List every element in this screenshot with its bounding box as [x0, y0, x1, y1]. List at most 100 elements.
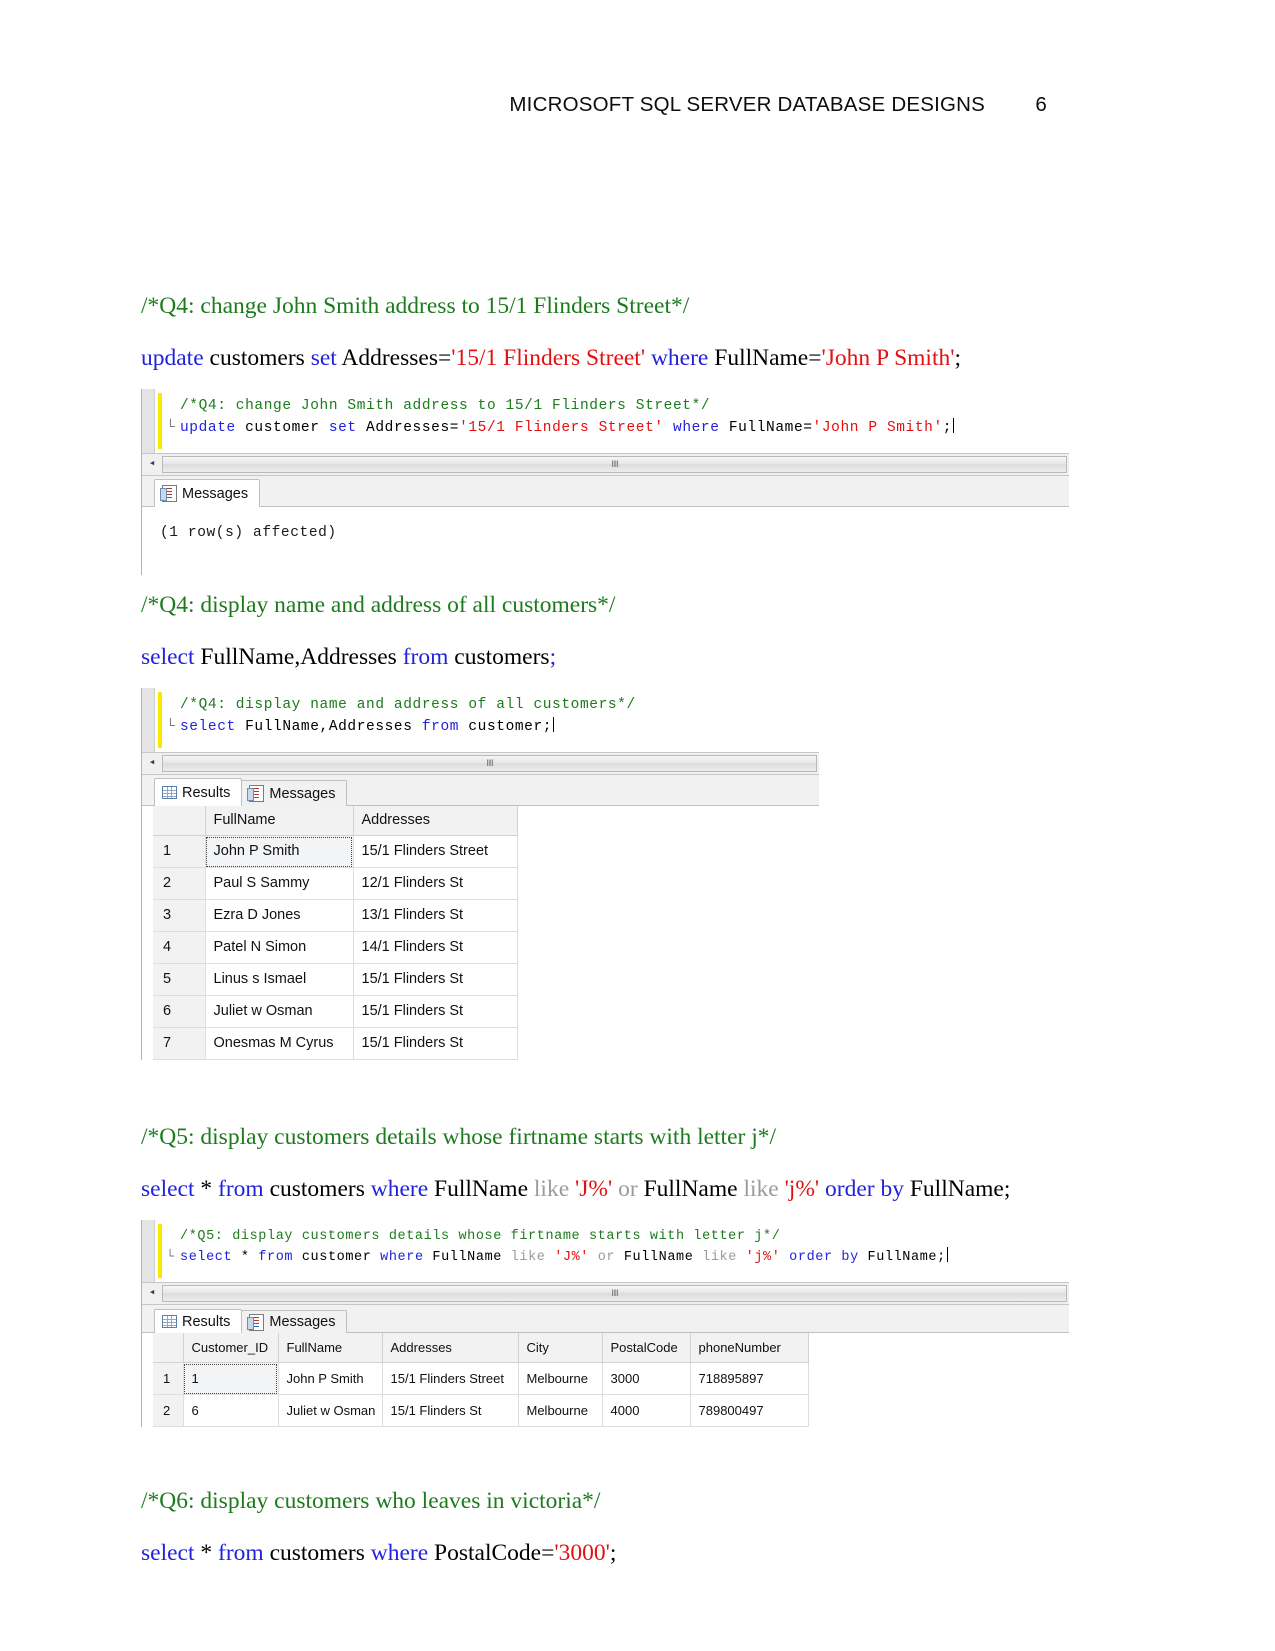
tab-messages[interactable]: Messages — [241, 1310, 348, 1333]
cell-fullname[interactable]: John P Smith — [204, 835, 354, 868]
cell-rownum: 2 — [153, 1394, 184, 1427]
doc-statement-q6: select * from customers where PostalCode… — [141, 1539, 617, 1566]
cell-customer-id[interactable]: 6 — [182, 1394, 279, 1427]
results-grid[interactable]: Customer_ID FullName Addresses City Post… — [153, 1333, 809, 1427]
table-row[interactable]: 7 Onesmas M Cyrus 15/1 Flinders St — [153, 1027, 518, 1060]
cell-postalcode[interactable]: 3000 — [601, 1362, 691, 1395]
cell-phonenumber[interactable]: 718895897 — [689, 1362, 809, 1395]
doc-comment-q4-select: /*Q4: display name and address of all cu… — [141, 592, 616, 618]
col-header-phonenumber: phoneNumber — [689, 1333, 809, 1363]
col-header-rownum — [153, 1333, 184, 1363]
table-header-row: Customer_ID FullName Addresses City Post… — [153, 1333, 809, 1363]
cell-addresses[interactable]: 14/1 Flinders St — [352, 931, 518, 964]
cell-rownum: 1 — [153, 835, 206, 868]
doc-comment-q6: /*Q6: display customers who leaves in vi… — [141, 1488, 601, 1514]
col-header-city: City — [517, 1333, 603, 1363]
cell-fullname[interactable]: Patel N Simon — [204, 931, 354, 964]
results-grid-icon — [162, 1315, 177, 1328]
cell-addresses[interactable]: 15/1 Flinders Street — [381, 1362, 519, 1395]
table-row[interactable]: 3 Ezra D Jones 13/1 Flinders St — [153, 899, 518, 932]
cell-addresses[interactable]: 13/1 Flinders St — [352, 899, 518, 932]
text-caret — [946, 1247, 948, 1262]
editor-comment-line: /*Q4: display name and address of all cu… — [180, 697, 636, 713]
query-editor[interactable]: /*Q5: display customers details whose fi… — [142, 1220, 1069, 1282]
tab-label: Messages — [269, 785, 336, 802]
col-header-customer-id: Customer_ID — [182, 1333, 279, 1363]
results-grid-icon — [162, 786, 177, 799]
scrollbar-thumb[interactable] — [162, 456, 1067, 473]
query-editor[interactable]: /*Q4: change John Smith address to 15/1 … — [142, 389, 1069, 453]
cell-addresses[interactable]: 12/1 Flinders St — [352, 867, 518, 900]
results-grid-wrap: Customer_ID FullName Addresses City Post… — [142, 1333, 1069, 1427]
results-grid[interactable]: FullName Addresses 1 John P Smith 15/1 F… — [153, 806, 518, 1060]
ssms-screenshot-q4-select: /*Q4: display name and address of all cu… — [141, 688, 819, 1060]
document-content: /*Q4: change John Smith address to 15/1 … — [141, 293, 1141, 1566]
table-row[interactable]: 5 Linus s Ismael 15/1 Flinders St — [153, 963, 518, 996]
table-row[interactable]: 2 Paul S Sammy 12/1 Flinders St — [153, 867, 518, 900]
editor-comment-line: /*Q5: display customers details whose fi… — [180, 1229, 781, 1244]
messages-output: (1 row(s) affected) — [142, 507, 1069, 575]
tab-label: Messages — [182, 485, 249, 502]
cell-fullname[interactable]: Ezra D Jones — [204, 899, 354, 932]
cell-customer-id[interactable]: 1 — [182, 1362, 279, 1395]
cell-rownum: 7 — [153, 1027, 206, 1060]
col-header-fullname: FullName — [204, 806, 354, 836]
table-row[interactable]: 2 6 Juliet w Osman 15/1 Flinders St Melb… — [153, 1394, 809, 1427]
messages-icon — [247, 1313, 265, 1331]
tab-results[interactable]: Results — [154, 1309, 243, 1333]
editor-horizontal-scrollbar[interactable]: ◂ — [142, 1282, 1069, 1305]
editor-horizontal-scrollbar[interactable]: ◂ — [142, 453, 1069, 476]
section-q5: /*Q5: display customers details whose fi… — [141, 1124, 1141, 1427]
cell-postalcode[interactable]: 4000 — [601, 1394, 691, 1427]
cell-addresses[interactable]: 15/1 Flinders Street — [352, 835, 518, 868]
cell-addresses[interactable]: 15/1 Flinders St — [352, 995, 518, 1028]
cell-rownum: 6 — [153, 995, 206, 1028]
cell-fullname[interactable]: Juliet w Osman — [277, 1394, 383, 1427]
results-grid-wrap: FullName Addresses 1 John P Smith 15/1 F… — [142, 806, 819, 1060]
tab-label: Messages — [269, 1314, 336, 1330]
cell-rownum: 2 — [153, 867, 206, 900]
table-row[interactable]: 1 John P Smith 15/1 Flinders Street — [153, 835, 518, 868]
text-caret — [953, 418, 955, 433]
cell-fullname[interactable]: Onesmas M Cyrus — [204, 1027, 354, 1060]
scrollbar-thumb[interactable] — [162, 1285, 1067, 1302]
scroll-left-arrow[interactable]: ◂ — [142, 455, 162, 474]
results-tabstrip: Results Messages — [142, 1305, 1069, 1333]
tab-messages[interactable]: Messages — [241, 780, 348, 806]
doc-comment-q5: /*Q5: display customers details whose fi… — [141, 1124, 777, 1150]
cell-fullname[interactable]: Linus s Ismael — [204, 963, 354, 996]
table-row[interactable]: 6 Juliet w Osman 15/1 Flinders St — [153, 995, 518, 1028]
cell-city[interactable]: Melbourne — [517, 1362, 603, 1395]
document-page: MICROSOFT SQL SERVER DATABASE DESIGNS 6 /… — [0, 0, 1275, 1651]
cell-phonenumber[interactable]: 789800497 — [689, 1394, 809, 1427]
cell-rownum: 4 — [153, 931, 206, 964]
scrollbar-thumb[interactable] — [162, 755, 817, 772]
cell-rownum: 1 — [153, 1362, 184, 1395]
messages-icon — [160, 485, 177, 502]
results-tabstrip: Messages — [142, 476, 1069, 507]
col-header-postalcode: PostalCode — [601, 1333, 691, 1363]
table-row[interactable]: 1 1 John P Smith 15/1 Flinders Street Me… — [153, 1362, 809, 1395]
doc-statement-q4-select: select FullName,Addresses from customers… — [141, 643, 557, 670]
query-editor[interactable]: /*Q4: display name and address of all cu… — [142, 688, 819, 752]
section-q4-select: /*Q4: display name and address of all cu… — [141, 592, 1141, 1060]
scroll-left-arrow[interactable]: ◂ — [142, 1284, 162, 1303]
doc-comment-q4-update: /*Q4: change John Smith address to 15/1 … — [141, 293, 690, 319]
editor-code-line: select FullName,Addresses from customer; — [142, 716, 819, 738]
cell-addresses[interactable]: 15/1 Flinders St — [352, 1027, 518, 1060]
cell-addresses[interactable]: 15/1 Flinders St — [381, 1394, 519, 1427]
messages-text: (1 row(s) affected) — [160, 525, 337, 541]
cell-fullname[interactable]: John P Smith — [277, 1362, 383, 1395]
editor-horizontal-scrollbar[interactable]: ◂ — [142, 752, 819, 775]
tab-messages[interactable]: Messages — [154, 479, 261, 507]
cell-fullname[interactable]: Juliet w Osman — [204, 995, 354, 1028]
scroll-left-arrow[interactable]: ◂ — [142, 754, 162, 773]
page-number: 6 — [1035, 93, 1047, 116]
section-q4-update: /*Q4: change John Smith address to 15/1 … — [141, 293, 1141, 575]
tab-results[interactable]: Results — [154, 778, 243, 806]
cell-fullname[interactable]: Paul S Sammy — [204, 867, 354, 900]
cell-addresses[interactable]: 15/1 Flinders St — [352, 963, 518, 996]
ssms-screenshot-q5: /*Q5: display customers details whose fi… — [141, 1220, 1069, 1427]
table-row[interactable]: 4 Patel N Simon 14/1 Flinders St — [153, 931, 518, 964]
cell-city[interactable]: Melbourne — [517, 1394, 603, 1427]
